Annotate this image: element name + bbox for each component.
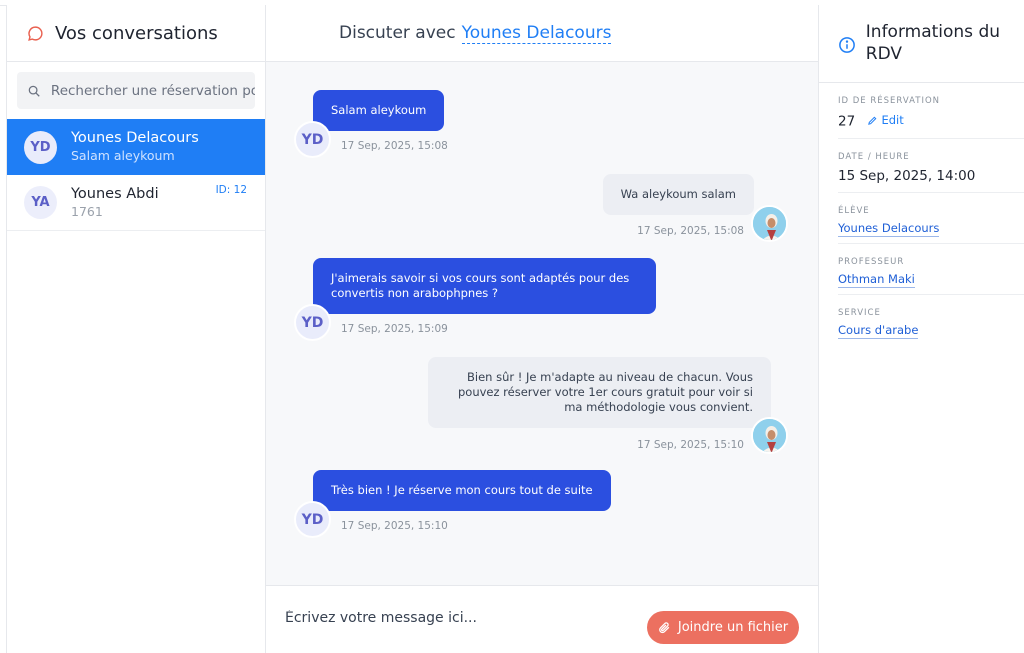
- info-icon: [838, 35, 857, 54]
- conversation-preview: Salam aleykoum: [71, 148, 175, 163]
- student-field: ÉLÈVE Younes Delacours: [838, 193, 1024, 244]
- message-thread[interactable]: Salam aleykoum YD 17 Sep, 2025, 15:08 Wa…: [266, 62, 818, 585]
- message-time: 17 Sep, 2025, 15:09: [341, 323, 448, 335]
- chat-header: Discuter avec Younes Delacours: [266, 5, 818, 62]
- search-box[interactable]: [17, 72, 255, 109]
- message-input[interactable]: [285, 610, 615, 626]
- incoming-message: Salam aleykoum: [313, 90, 445, 131]
- conversation-item[interactable]: YA Younes Abdi 1761 ID: 12: [7, 175, 265, 231]
- message-time: 17 Sep, 2025, 15:08: [637, 225, 744, 237]
- conversation-name: Younes Abdi: [71, 185, 159, 202]
- sidebar-header: Vos conversations: [7, 5, 265, 62]
- messaging-app: Vos conversations YD Younes Delacours Sa…: [0, 0, 1024, 653]
- service-field: SERVICE Cours d'arabe: [838, 295, 1024, 345]
- outgoing-message: Bien sûr ! Je m'adapte au niveau de chac…: [428, 357, 771, 428]
- conversation-text: Younes Delacours Salam aleykoum: [71, 129, 199, 165]
- field-value: 27 Edit: [838, 110, 1024, 132]
- datetime-field: DATE / HEURE 15 Sep, 2025, 14:00: [838, 139, 1024, 193]
- pencil-icon: [867, 115, 878, 126]
- conversation-text: Younes Abdi 1761: [71, 185, 159, 221]
- chat-title-prefix: Discuter avec: [339, 23, 456, 43]
- avatar: YD: [294, 121, 331, 158]
- search-wrapper: [7, 62, 265, 119]
- field-label: ÉLÈVE: [838, 205, 870, 216]
- details-header: Informations du RDV: [819, 5, 1024, 83]
- search-input[interactable]: [50, 82, 255, 99]
- field-label: ID DE RÉSERVATION: [838, 96, 941, 106]
- student-link[interactable]: Younes Delacours: [838, 221, 940, 237]
- teacher-avatar-photo: [751, 417, 788, 454]
- incoming-message: J'aimerais savoir si vos cours sont adap…: [313, 258, 656, 314]
- outgoing-message: Wa aleykoum salam: [602, 174, 754, 215]
- details-title: Informations du RDV: [865, 22, 1001, 64]
- sidebar-title: Vos conversations: [55, 22, 218, 44]
- field-label: SERVICE: [838, 307, 881, 318]
- field-label: DATE / HEURE: [838, 151, 910, 162]
- reservation-id-field: ID DE RÉSERVATION 27 Edit: [838, 83, 1024, 139]
- edit-label: Edit: [881, 113, 904, 127]
- avatar: YD: [24, 130, 57, 164]
- booking-details-panel: Informations du RDV ID DE RÉSERVATION 27…: [818, 5, 1024, 653]
- field-label: PROFESSEUR: [838, 256, 905, 267]
- chat-contact-link[interactable]: Younes Delacours: [461, 23, 612, 44]
- conversation-name: Younes Delacours: [71, 130, 199, 146]
- message-time: 17 Sep, 2025, 15:08: [341, 140, 448, 152]
- message-composer: Joindre un fichier: [266, 585, 818, 653]
- message-time: 17 Sep, 2025, 15:10: [341, 520, 448, 532]
- datetime-value: 15 Sep, 2025, 14:00: [838, 167, 976, 184]
- teacher-avatar-photo: [751, 205, 788, 242]
- avatar: YA: [24, 186, 57, 219]
- conversation-item[interactable]: YD Younes Delacours Salam aleykoum: [7, 119, 265, 175]
- reservation-id-value: 27: [838, 113, 856, 130]
- chat-panel: Discuter avec Younes Delacours Salam ale…: [266, 5, 818, 653]
- conversations-sidebar: Vos conversations YD Younes Delacours Sa…: [6, 5, 266, 653]
- search-icon: [27, 83, 43, 99]
- reservation-id-badge: ID: 12: [215, 184, 247, 196]
- attach-file-label: Joindre un fichier: [677, 620, 789, 635]
- conversation-preview: 1761: [71, 203, 103, 219]
- paperclip-icon: [658, 621, 671, 634]
- message-time: 17 Sep, 2025, 15:10: [637, 439, 744, 451]
- chat-bubble-icon: [27, 24, 45, 42]
- service-link[interactable]: Cours d'arabe: [838, 323, 919, 339]
- teacher-link[interactable]: Othman Maki: [838, 272, 915, 288]
- teacher-field: PROFESSEUR Othman Maki: [838, 244, 1024, 295]
- incoming-message: Très bien ! Je réserve mon cours tout de…: [313, 470, 611, 511]
- edit-button[interactable]: Edit: [867, 110, 904, 130]
- avatar: YD: [294, 501, 331, 538]
- attach-file-button[interactable]: Joindre un fichier: [647, 611, 799, 644]
- avatar: YD: [294, 304, 331, 341]
